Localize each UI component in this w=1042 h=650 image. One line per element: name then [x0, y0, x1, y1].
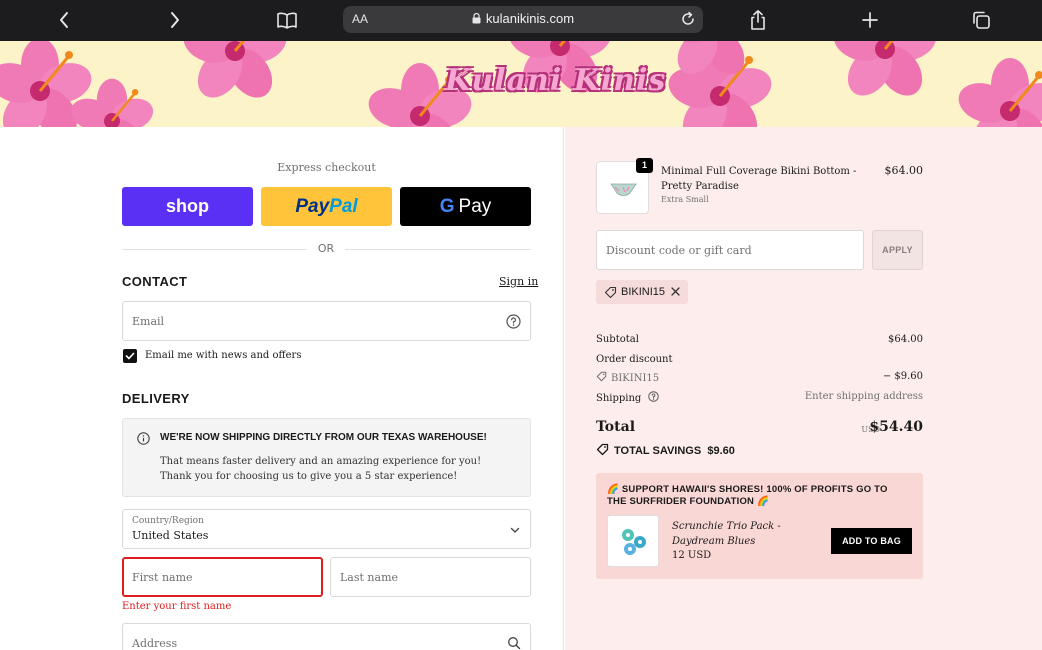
email-field[interactable]: Email: [122, 301, 531, 341]
tag-icon: [604, 286, 617, 299]
address-placeholder: Address: [132, 637, 178, 650]
total-savings: TOTAL SAVINGS $9.60: [596, 443, 735, 457]
applied-code-label: BIKINI15: [621, 286, 666, 298]
country-label: Country/Region: [132, 516, 204, 526]
delivery-heading: DELIVERY: [122, 391, 190, 406]
discount-placeholder: Discount code or gift card: [606, 244, 752, 257]
paypal-button[interactable]: Pay Pal: [261, 187, 392, 226]
order-discount-value: − $9.60: [882, 371, 923, 382]
info-icon: [137, 432, 150, 445]
first-name-placeholder: First name: [132, 571, 193, 584]
apply-discount-button[interactable]: APPLY: [872, 230, 923, 270]
new-tab-icon[interactable]: [857, 8, 883, 32]
checkmark-icon: [125, 352, 135, 360]
shipping-row: Shipping: [596, 391, 659, 404]
product-name: Minimal Full Coverage Bikini Bottom - Pr…: [661, 166, 857, 192]
total-label: Total: [596, 419, 636, 435]
notice-body: That means faster delivery and an amazin…: [160, 456, 482, 482]
lock-icon: [472, 13, 481, 24]
contact-heading: CONTACT: [122, 274, 188, 289]
savings-label: TOTAL SAVINGS: [614, 445, 702, 457]
discount-code-input[interactable]: Discount code or gift card: [596, 230, 864, 270]
shipping-label: Shipping: [596, 393, 642, 404]
paypal-label-pal: Pal: [329, 195, 358, 217]
or-label: OR: [307, 242, 345, 255]
scrunchie-image: [622, 529, 646, 555]
paypal-label-pay: Pay: [295, 195, 330, 217]
add-to-bag-button[interactable]: ADD TO BAG: [831, 528, 912, 554]
bookmarks-icon[interactable]: [274, 8, 300, 32]
google-g-icon: G: [439, 195, 455, 217]
upsell-title: 🌈 SUPPORT HAWAII'S SHORES! 100% OF PROFI…: [607, 484, 888, 507]
address-field[interactable]: Address: [122, 623, 531, 650]
store-banner: Kulani Kinis: [0, 41, 1042, 127]
store-logo[interactable]: Kulani Kinis: [445, 63, 666, 98]
upsell-product-thumbnail: [607, 515, 659, 567]
share-icon[interactable]: [745, 8, 771, 32]
address-bar[interactable]: AA kulanikinis.com: [343, 6, 703, 33]
email-placeholder: Email: [132, 315, 165, 328]
first-name-field[interactable]: First name: [122, 557, 323, 597]
newsletter-checkbox[interactable]: [123, 349, 137, 363]
first-name-error: Enter your first name: [122, 601, 232, 612]
subtotal-label: Subtotal: [596, 334, 639, 345]
upsell-product-price: 12 USD: [672, 550, 712, 561]
forward-icon[interactable]: [162, 8, 188, 32]
back-icon[interactable]: [51, 8, 77, 32]
search-icon: [508, 637, 521, 650]
tabs-icon[interactable]: [968, 8, 994, 32]
sign-in-link[interactable]: Sign in: [499, 275, 538, 288]
newsletter-label: Email me with news and offers: [145, 350, 302, 361]
notice-title: WE'RE NOW SHIPPING DIRECTLY FROM OUR TEX…: [160, 432, 487, 443]
order-summary: 1 Minimal Full Coverage Bikini Bottom - …: [565, 127, 1042, 650]
shop-pay-button[interactable]: shop: [122, 187, 253, 226]
upsell-product-name: Scrunchie Trio Pack - Daydream Blues: [672, 521, 781, 547]
order-discount-code: BIKINI15: [611, 373, 660, 384]
shop-pay-label: shop: [166, 196, 209, 216]
country-select[interactable]: Country/Region United States: [122, 509, 531, 549]
shipping-value: Enter shipping address: [804, 391, 923, 402]
last-name-placeholder: Last name: [340, 571, 399, 584]
browser-toolbar: AA kulanikinis.com: [0, 0, 1042, 41]
tag-icon: [596, 371, 607, 382]
order-discount-label: Order discount: [596, 354, 673, 365]
shipping-notice-banner: WE'RE NOW SHIPPING DIRECTLY FROM OUR TEX…: [122, 418, 531, 497]
reload-icon[interactable]: [680, 11, 696, 27]
url-text: kulanikinis.com: [485, 11, 575, 26]
remove-discount-icon[interactable]: [670, 286, 681, 297]
savings-value: $9.60: [707, 445, 735, 457]
order-discount-code-row: BIKINI15: [596, 371, 659, 384]
express-checkout-label: Express checkout: [277, 161, 376, 174]
tag-icon: [596, 443, 609, 456]
upsell-card: 🌈 SUPPORT HAWAII'S SHORES! 100% OF PROFI…: [596, 473, 923, 579]
total-value: $54.40: [869, 419, 923, 435]
chevron-down-icon: [510, 527, 520, 533]
google-pay-button[interactable]: G Pay: [400, 187, 531, 226]
checkout-form: Express checkout shop Pay Pal G Pay OR CON…: [0, 127, 564, 650]
product-price: $64.00: [884, 164, 924, 177]
product-variant: Extra Small: [661, 195, 709, 204]
country-value: United States: [132, 529, 209, 542]
last-name-field[interactable]: Last name: [330, 557, 531, 597]
help-icon[interactable]: [506, 314, 521, 329]
help-icon[interactable]: [647, 391, 659, 402]
quantity-badge: 1: [636, 158, 653, 173]
subtotal-value: $64.00: [888, 334, 923, 345]
applied-discount-chip: BIKINI15: [596, 280, 688, 304]
google-pay-label: Pay: [458, 195, 492, 217]
